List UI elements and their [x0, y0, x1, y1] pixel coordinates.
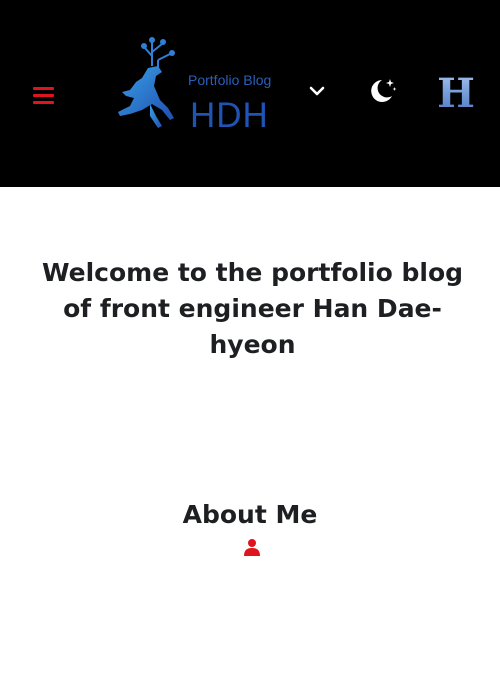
menu-button[interactable] [31, 81, 57, 105]
site-header: Portfolio Blog HDH H [0, 0, 500, 187]
theme-toggle-button[interactable] [368, 76, 398, 106]
site-logo[interactable]: Portfolio Blog HDH [112, 30, 282, 140]
profile-badge[interactable]: H [436, 70, 476, 118]
user-icon [244, 539, 260, 556]
hamburger-menu-icon [33, 86, 54, 90]
logo-title: HDH [190, 96, 269, 135]
deer-logo-icon [118, 37, 175, 128]
moon-stars-icon [371, 79, 397, 102]
hero-title: Welcome to the portfolio blog of front e… [41, 258, 464, 359]
logo-subtitle: Portfolio Blog [188, 72, 272, 88]
dropdown-button[interactable] [305, 80, 329, 102]
about-me-heading: About Me [182, 500, 318, 529]
chevron-down-icon [309, 86, 325, 96]
